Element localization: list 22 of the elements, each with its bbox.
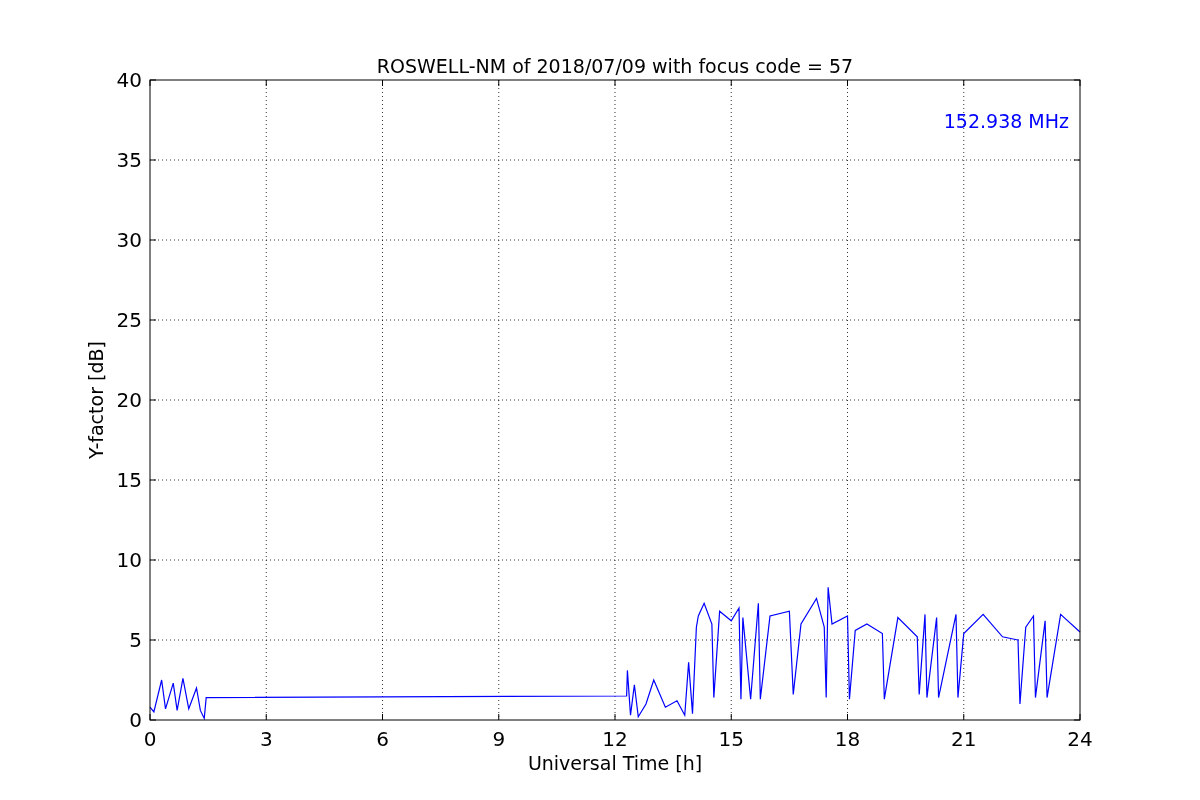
x-tick-label: 9 (492, 727, 506, 751)
y-tick-label: 25 (116, 308, 142, 332)
y-tick-label: 5 (129, 628, 142, 652)
y-tick-label: 20 (116, 388, 142, 412)
x-tick-label: 24 (1067, 727, 1093, 751)
chart-title: ROSWELL-NM of 2018/07/09 with focus code = 57 (376, 55, 854, 77)
x-tick-label: 3 (259, 727, 273, 751)
y-axis-label: Y-factor [dB] (85, 341, 107, 459)
x-tick-label: 12 (602, 727, 628, 751)
y-tick-label: 15 (116, 468, 142, 492)
y-tick-label: 30 (116, 228, 142, 252)
x-tick-label: 15 (718, 727, 744, 751)
x-tick-label: 6 (376, 727, 389, 751)
y-tick-label: 40 (116, 68, 142, 92)
y-tick-label: 35 (116, 148, 142, 172)
x-tick-label: 21 (951, 727, 977, 751)
series-label: 152.938 MHz (943, 110, 1069, 132)
y-tick-label: 10 (116, 548, 142, 572)
y-tick-label: 0 (129, 708, 142, 732)
x-tick-label: 0 (143, 727, 157, 751)
x-tick-label: 18 (834, 727, 861, 751)
x-axis-label: Universal Time [h] (527, 752, 703, 774)
